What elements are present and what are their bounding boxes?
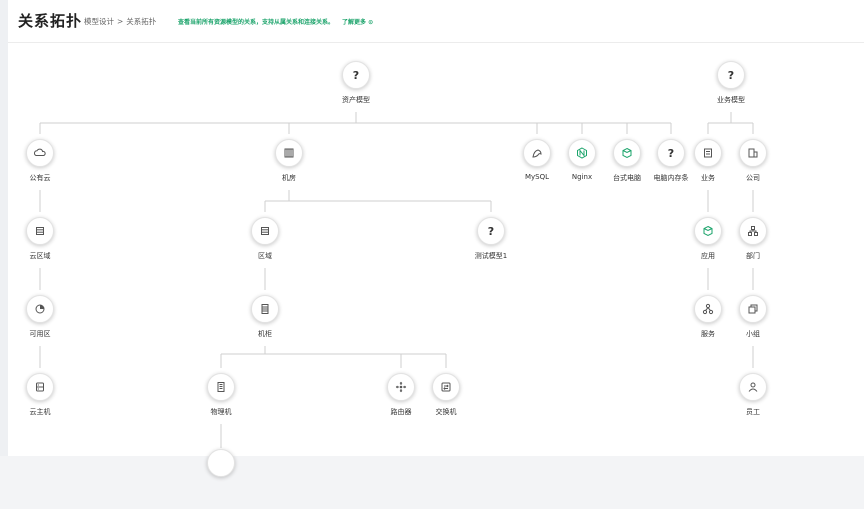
node-label: 员工 <box>746 408 760 416</box>
node-availability-zone[interactable]: 可用区 <box>8 295 72 355</box>
nginx-icon <box>568 139 596 167</box>
node-cabinet[interactable]: 机柜 <box>233 295 297 355</box>
node-machine-room[interactable]: 机房 <box>257 139 321 199</box>
node-business-model[interactable]: ? 业务模型 <box>699 61 763 121</box>
page-title: 关系拓扑 <box>18 12 83 30</box>
node-label: 公司 <box>746 174 760 182</box>
node-label: 机柜 <box>258 330 272 338</box>
company-icon <box>739 139 767 167</box>
node-public-cloud[interactable]: 公有云 <box>8 139 72 199</box>
node-physical-machine[interactable]: 物理机 <box>189 373 253 433</box>
question-icon: ? <box>477 217 505 245</box>
node-company[interactable]: 公司 <box>721 139 785 199</box>
question-icon: ? <box>717 61 745 89</box>
hint-text: 查看当前所有资源模型的关系，支持从属关系和连接关系。 <box>178 19 335 26</box>
node-label: 物理机 <box>210 408 232 416</box>
node-label: 云主机 <box>29 408 51 416</box>
box-icon <box>613 139 641 167</box>
switch-icon <box>432 373 460 401</box>
node-label: 云区域 <box>29 252 51 260</box>
node-label: 公有云 <box>29 174 51 182</box>
node-asset-model[interactable]: ? 资产模型 <box>324 61 388 121</box>
node-group[interactable]: 小组 <box>721 295 785 355</box>
node-label: 资产模型 <box>342 96 370 104</box>
node-label: 机房 <box>282 174 296 182</box>
router-icon <box>387 373 415 401</box>
node-label: 小组 <box>746 330 760 338</box>
left-strip <box>0 0 8 456</box>
breadcrumb-separator: > <box>117 17 124 26</box>
mysql-icon <box>523 139 551 167</box>
breadcrumb: 模型设计 > 关系拓扑 <box>84 16 156 27</box>
user-icon <box>739 373 767 401</box>
service-icon <box>694 295 722 323</box>
breadcrumb-model-design[interactable]: 模型设计 <box>84 17 114 26</box>
page-hint: 查看当前所有资源模型的关系，支持从属关系和连接关系。 了解更多 ⊙ <box>178 17 373 26</box>
server-icon <box>207 449 235 477</box>
question-icon: ? <box>342 61 370 89</box>
business-icon <box>694 139 722 167</box>
page-header: 关系拓扑 模型设计 > 关系拓扑 查看当前所有资源模型的关系，支持从属关系和连接关系… <box>8 0 864 43</box>
building-icon <box>275 139 303 167</box>
node-partial[interactable] <box>189 449 253 509</box>
cube-icon <box>694 217 722 245</box>
node-cloud-region[interactable]: 云区域 <box>8 217 72 277</box>
node-label: 交换机 <box>435 408 457 416</box>
cloud-icon <box>26 139 54 167</box>
node-label: 区域 <box>258 252 272 260</box>
node-employee[interactable]: 员工 <box>721 373 785 433</box>
grid-icon <box>251 217 279 245</box>
node-test-model[interactable]: ? 测试模型1 <box>459 217 523 277</box>
node-label: 业务模型 <box>717 96 745 104</box>
node-label: 可用区 <box>29 330 51 338</box>
node-label: 测试模型1 <box>474 252 508 260</box>
node-label: 部门 <box>746 252 760 260</box>
group-icon <box>739 295 767 323</box>
org-icon <box>739 217 767 245</box>
cabinet-icon <box>251 295 279 323</box>
node-switch[interactable]: 交换机 <box>414 373 478 433</box>
pie-icon <box>26 295 54 323</box>
grid-icon <box>26 217 54 245</box>
breadcrumb-topology: 关系拓扑 <box>126 17 157 26</box>
learn-more-link[interactable]: 了解更多 ⊙ <box>342 19 373 26</box>
node-region[interactable]: 区域 <box>233 217 297 277</box>
host-icon <box>26 373 54 401</box>
server-icon <box>207 373 235 401</box>
node-department[interactable]: 部门 <box>721 217 785 277</box>
node-cloud-host[interactable]: 云主机 <box>8 373 72 433</box>
